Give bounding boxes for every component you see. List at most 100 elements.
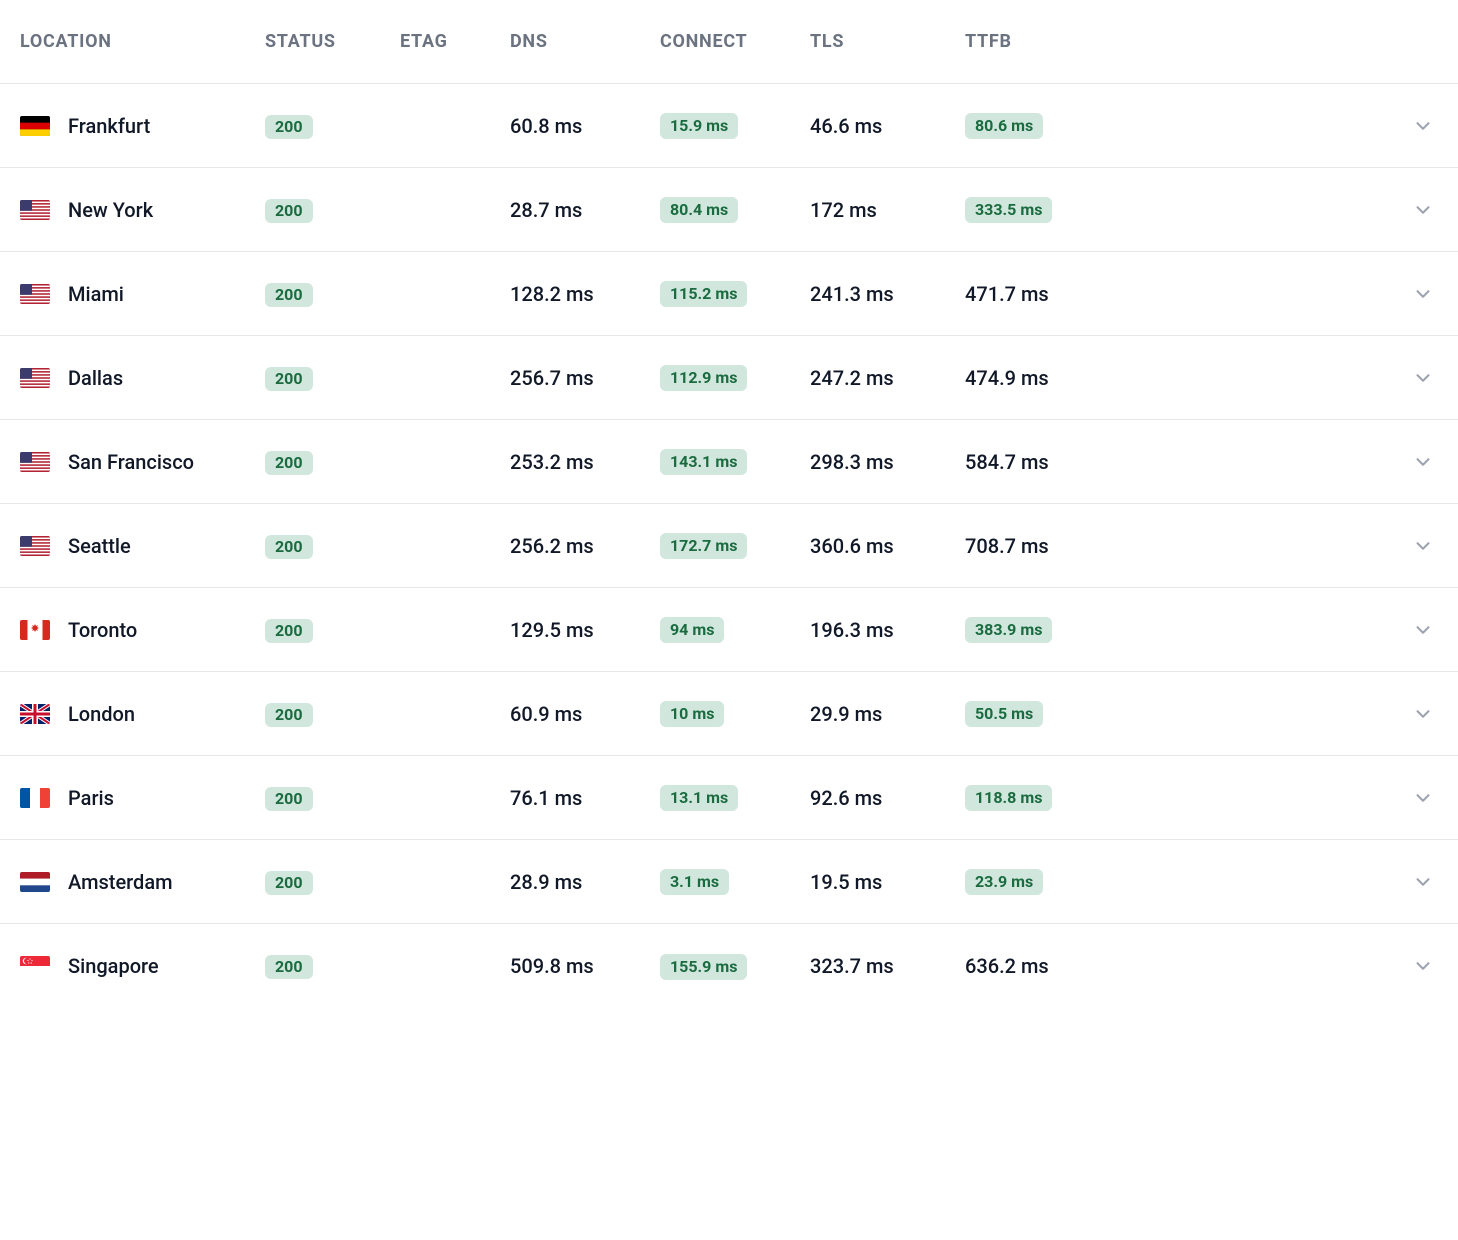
chevron-down-icon — [1412, 871, 1434, 893]
connect-cell: 115.2 ms — [660, 280, 747, 307]
location-cell: Frankfurt — [20, 114, 265, 138]
table-row[interactable]: San Francisco200253.2 ms143.1 ms298.3 ms… — [0, 420, 1458, 504]
dns-cell: 256.2 ms — [510, 534, 594, 558]
ttfb-cell: 383.9 ms — [965, 616, 1052, 643]
connect-cell: 172.7 ms — [660, 532, 747, 559]
location-name: Dallas — [68, 366, 123, 390]
location-name: San Francisco — [68, 450, 194, 474]
chevron-down-icon — [1412, 703, 1434, 725]
status-cell: 200 — [265, 281, 313, 307]
table-row[interactable]: Paris200 76.1 ms 13.1 ms 92.6 ms 118.8 ms — [0, 756, 1458, 840]
flag-icon — [20, 116, 50, 136]
status-badge: 200 — [265, 367, 313, 391]
location-cell: Miami — [20, 282, 265, 306]
location-cell: London — [20, 702, 265, 726]
expand-button[interactable] — [1155, 283, 1438, 305]
ttfb-cell: 23.9 ms — [965, 868, 1043, 895]
flag-icon — [20, 620, 50, 640]
connect-cell: 13.1 ms — [660, 784, 738, 811]
connect-badge: 3.1 ms — [660, 869, 729, 895]
flag-icon — [20, 788, 50, 808]
tls-cell: 241.3 ms — [810, 282, 894, 306]
ttfb-cell: 333.5 ms — [965, 196, 1052, 223]
expand-button[interactable] — [1155, 199, 1438, 221]
table-row[interactable]: Seattle200256.2 ms172.7 ms360.6 ms708.7 … — [0, 504, 1458, 588]
ttfb-cell: 80.6 ms — [965, 112, 1043, 139]
expand-button[interactable] — [1155, 619, 1438, 641]
table-row[interactable]: Frankfurt20060.8 ms15.9 ms46.6 ms80.6 ms — [0, 84, 1458, 168]
dns-cell: 129.5 ms — [510, 618, 594, 642]
status-cell: 200 — [265, 365, 313, 391]
ttfb-badge: 383.9 ms — [965, 617, 1052, 643]
status-badge: 200 — [265, 955, 313, 979]
expand-button[interactable] — [1155, 703, 1438, 725]
location-name: New York — [68, 198, 153, 222]
location-cell: Paris — [20, 786, 265, 810]
col-header-dns: DNS — [510, 31, 660, 52]
flag-icon — [20, 284, 50, 304]
chevron-down-icon — [1412, 367, 1434, 389]
table-row[interactable]: London20060.9 ms10 ms29.9 ms50.5 ms — [0, 672, 1458, 756]
tls-cell: 19.5 ms — [810, 870, 882, 894]
connect-badge: 115.2 ms — [660, 281, 747, 307]
expand-button[interactable] — [1155, 451, 1438, 473]
expand-button[interactable] — [1155, 535, 1438, 557]
dns-cell: 509.8 ms — [510, 954, 594, 978]
table-row[interactable]: Dallas200256.7 ms112.9 ms247.2 ms474.9 m… — [0, 336, 1458, 420]
expand-button[interactable] — [1155, 115, 1438, 137]
status-cell: 200 — [265, 953, 313, 979]
table-row[interactable]: Miami200128.2 ms115.2 ms241.3 ms471.7 ms — [0, 252, 1458, 336]
location-cell: New York — [20, 198, 265, 222]
ttfb-badge: 118.8 ms — [965, 785, 1052, 811]
expand-button[interactable] — [1155, 871, 1438, 893]
tls-cell: 29.9 ms — [810, 702, 882, 726]
dns-cell: 28.9 ms — [510, 870, 582, 894]
chevron-down-icon — [1412, 619, 1434, 641]
connect-cell: 155.9 ms — [660, 953, 747, 980]
status-cell: 200 — [265, 869, 313, 895]
table-row[interactable]: New York20028.7 ms80.4 ms172 ms333.5 ms — [0, 168, 1458, 252]
location-name: Frankfurt — [68, 114, 150, 138]
connect-badge: 94 ms — [660, 617, 724, 643]
expand-button[interactable] — [1155, 787, 1438, 809]
connect-badge: 112.9 ms — [660, 365, 747, 391]
table-row[interactable]: Toronto200129.5 ms94 ms196.3 ms383.9 ms — [0, 588, 1458, 672]
table-row[interactable]: Singapore200509.8 ms155.9 ms323.7 ms636.… — [0, 924, 1458, 1008]
dns-cell: 76.1 ms — [510, 786, 582, 810]
status-badge: 200 — [265, 283, 313, 307]
ttfb-cell: 118.8 ms — [965, 784, 1052, 811]
col-header-etag: ETag — [400, 31, 510, 52]
ttfb-badge: 333.5 ms — [965, 197, 1052, 223]
location-name: Amsterdam — [68, 870, 173, 894]
location-name: Miami — [68, 282, 124, 306]
status-badge: 200 — [265, 535, 313, 559]
table-header: Location Status ETag DNS Connect TLS TTF… — [0, 0, 1458, 84]
chevron-down-icon — [1412, 955, 1434, 977]
col-header-location: Location — [20, 31, 265, 52]
table-row[interactable]: Amsterdam 200 28.9 ms 3.1 ms 19.5 ms 23.9 ms — [0, 840, 1458, 924]
location-name: London — [68, 702, 135, 726]
expand-button[interactable] — [1155, 367, 1438, 389]
location-cell: Singapore — [20, 954, 265, 978]
location-name: Singapore — [68, 954, 159, 978]
location-cell: Seattle — [20, 534, 265, 558]
connect-cell: 3.1 ms — [660, 868, 729, 895]
chevron-down-icon — [1412, 199, 1434, 221]
col-header-connect: Connect — [660, 31, 810, 52]
flag-icon — [20, 704, 50, 724]
dns-cell: 28.7 ms — [510, 198, 582, 222]
status-badge: 200 — [265, 787, 313, 811]
dns-cell: 128.2 ms — [510, 282, 594, 306]
location-cell: San Francisco — [20, 450, 265, 474]
location-cell: Dallas — [20, 366, 265, 390]
status-cell: 200 — [265, 617, 313, 643]
chevron-down-icon — [1412, 451, 1434, 473]
chevron-down-icon — [1412, 283, 1434, 305]
expand-button[interactable] — [1155, 955, 1438, 977]
flag-icon — [20, 452, 50, 472]
ttfb-badge: 23.9 ms — [965, 869, 1043, 895]
location-name: Seattle — [68, 534, 131, 558]
ttfb-cell: 474.9 ms — [965, 366, 1049, 390]
tls-cell: 360.6 ms — [810, 534, 894, 558]
tls-cell: 92.6 ms — [810, 786, 882, 810]
